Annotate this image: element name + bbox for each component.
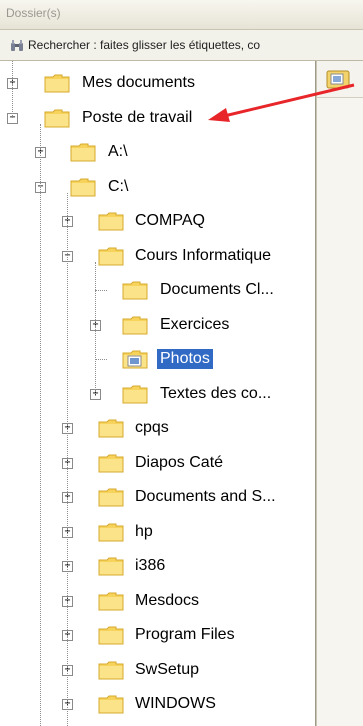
tree-guide-line [40, 123, 41, 726]
tree-guide-line [95, 261, 96, 394]
folder-icon [98, 487, 124, 507]
window-titlebar: Dossier(s) [0, 0, 363, 30]
folder-icon [122, 384, 148, 404]
tree-item[interactable]: − C:\ [0, 173, 315, 201]
tree-item[interactable]: + Exercices [0, 311, 315, 339]
tree-item[interactable]: + Textes des co... [0, 380, 315, 408]
tree-item[interactable]: + WINDOWS [0, 690, 315, 718]
tree-item-label[interactable]: Exercices [157, 315, 232, 335]
binoculars-icon [10, 39, 24, 57]
tree-item-label[interactable]: WINDOWS [132, 694, 219, 714]
tree-item[interactable]: + cpqs [0, 414, 315, 442]
tree-item-label[interactable]: i386 [132, 556, 168, 576]
tree-guide-line [12, 61, 13, 118]
folder-icon [122, 315, 148, 335]
folder-icon [44, 108, 70, 128]
folder-icon [98, 660, 124, 680]
tree-guide-line [67, 192, 68, 726]
tree-item-label[interactable]: A:\ [105, 142, 131, 162]
folder-icon [70, 142, 96, 162]
folder-icon [122, 280, 148, 300]
folder-icon [98, 211, 124, 231]
tree-item-label[interactable]: Diapos Caté [132, 453, 226, 473]
tree-item[interactable]: + A:\ [0, 138, 315, 166]
tree-item-label[interactable]: Program Files [132, 625, 238, 645]
tree-item[interactable]: Photos [0, 345, 315, 373]
content-pane[interactable] [316, 61, 363, 726]
tree-item[interactable]: + Program Files [0, 621, 315, 649]
tree-item-label[interactable]: Textes des co... [157, 384, 274, 404]
tree-item-label[interactable]: Mes documents [79, 73, 198, 93]
folder-icon [98, 522, 124, 542]
folder-icon [98, 418, 124, 438]
tree-item-label[interactable]: Poste de travail [79, 108, 195, 128]
folder-icon [98, 625, 124, 645]
window-title: Dossier(s) [6, 6, 61, 20]
tree-connector [95, 359, 107, 360]
tree-item-label[interactable]: COMPAQ [132, 211, 208, 231]
folder-tree[interactable]: + Mes documents − Poste de travail + A:\ − C:\ +… [0, 61, 316, 726]
tree-item[interactable]: + SwSetup [0, 656, 315, 684]
tree-item[interactable]: + Documents and S... [0, 483, 315, 511]
tree-item-label[interactable]: cpqs [132, 418, 172, 438]
folder-icon [98, 453, 124, 473]
red-arrow-annotation [208, 83, 355, 122]
folder-icon [98, 556, 124, 576]
tree-item[interactable]: + i386 [0, 552, 315, 580]
tree-item[interactable]: + Diapos Caté [0, 449, 315, 477]
tree-item-label[interactable]: Photos [157, 349, 213, 369]
tree-item[interactable]: + hp [0, 518, 315, 546]
pane-divider [316, 61, 363, 726]
tree-item-label[interactable]: hp [132, 522, 156, 542]
folder-icon [98, 246, 124, 266]
tree-item[interactable]: − Cours Informatique [0, 242, 315, 270]
search-hint: Rechercher : faites glisser les étiquett… [28, 38, 261, 52]
search-bar[interactable]: Rechercher : faites glisser les étiquett… [0, 30, 363, 61]
tree-connector [95, 290, 107, 291]
tree-item[interactable]: + Mesdocs [0, 587, 315, 615]
folder-icon [122, 349, 148, 369]
tree-item[interactable]: Documents Cl... [0, 276, 315, 304]
folder-icon [44, 73, 70, 93]
folder-icon [98, 591, 124, 611]
tree-item-label[interactable]: Documents and S... [132, 487, 279, 507]
tree-item-label[interactable]: Cours Informatique [132, 246, 274, 266]
tree-item-label[interactable]: Documents Cl... [157, 280, 277, 300]
tree-item-label[interactable]: C:\ [105, 177, 131, 197]
tree-item-label[interactable]: Mesdocs [132, 591, 202, 611]
tree-item[interactable]: + COMPAQ [0, 207, 315, 235]
tree-item-label[interactable]: SwSetup [132, 660, 202, 680]
folder-icon [98, 694, 124, 714]
folder-icon [70, 177, 96, 197]
